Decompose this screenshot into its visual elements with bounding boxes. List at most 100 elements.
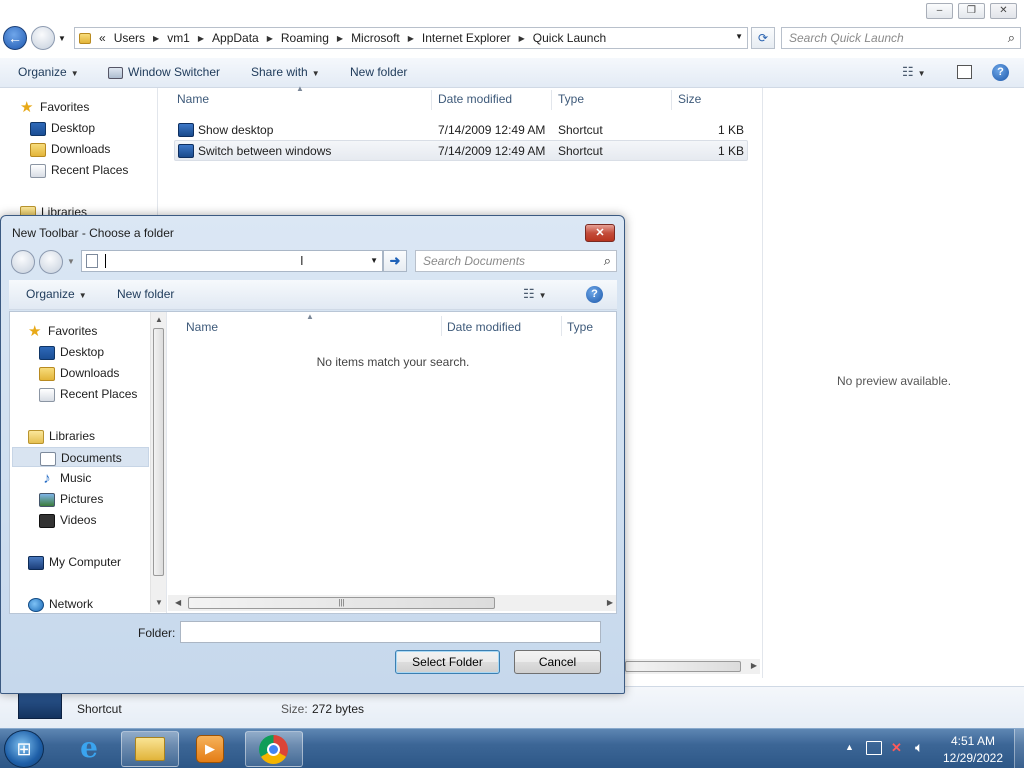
window-switcher-button[interactable]: Window Switcher	[108, 58, 220, 88]
media-player-icon[interactable]: ▶	[196, 735, 224, 763]
nav-network[interactable]: Network	[28, 594, 93, 614]
column-header-name[interactable]: Name	[177, 92, 209, 110]
dialog-close-button[interactable]: ✕	[585, 224, 615, 242]
nav-my-computer[interactable]: My Computer	[28, 552, 121, 572]
breadcrumb-separator-icon[interactable]: ▶	[267, 34, 273, 43]
new-folder-button[interactable]: New folder	[350, 58, 407, 88]
column-header-type[interactable]: Type	[558, 92, 584, 110]
nav-pictures[interactable]: Pictures	[39, 489, 103, 509]
folder-input[interactable]	[180, 621, 601, 643]
dialog-search-input[interactable]: Search Documents ⌕	[415, 250, 617, 272]
forward-button[interactable]	[31, 26, 55, 50]
internet-explorer-icon[interactable]: e	[72, 733, 106, 765]
chevron-down-icon[interactable]: ▼	[539, 291, 547, 300]
volume-icon[interactable]: 🔈︎	[915, 739, 923, 756]
refresh-icon[interactable]: ⟳	[751, 27, 775, 49]
explorer-hscrollbar[interactable]: ▶	[625, 659, 760, 674]
column-divider[interactable]	[441, 316, 442, 336]
nav-videos[interactable]: Videos	[39, 510, 96, 530]
dialog-back-button[interactable]	[11, 250, 35, 274]
show-desktop-button[interactable]	[1014, 729, 1024, 768]
column-divider[interactable]	[551, 90, 552, 110]
scroll-right-icon[interactable]: ▶	[607, 598, 613, 607]
start-button[interactable]: ⊞	[4, 730, 44, 768]
nav-recent-places[interactable]: Recent Places	[39, 384, 137, 404]
search-icon[interactable]: ⌕	[604, 253, 611, 269]
help-icon[interactable]: ?	[992, 64, 1009, 81]
taskbar-chrome-button[interactable]	[245, 731, 303, 767]
breadcrumb-vm1[interactable]: vm1	[167, 31, 190, 45]
select-folder-button[interactable]: Select Folder	[395, 650, 500, 674]
action-center-icon[interactable]	[866, 741, 882, 755]
column-header-date-modified[interactable]: Date modified	[447, 320, 521, 334]
column-header-date-modified[interactable]: Date modified	[438, 92, 512, 110]
back-button[interactable]: ←	[3, 26, 27, 50]
breadcrumb-internet-explorer[interactable]: Internet Explorer	[422, 31, 511, 45]
preview-pane-icon[interactable]	[957, 65, 972, 79]
breadcrumb-separator-icon[interactable]: ▶	[337, 34, 343, 43]
clock-time[interactable]: 4:51 AM	[934, 734, 1012, 748]
search-icon[interactable]: ⌕	[1008, 30, 1015, 46]
breadcrumb-quick-launch[interactable]: Quick Launch	[533, 31, 606, 45]
dialog-forward-button[interactable]	[39, 250, 63, 274]
scroll-right-icon[interactable]: ▶	[751, 661, 757, 670]
column-header-name[interactable]: Name	[186, 320, 218, 334]
nav-music[interactable]: ♪ Music	[39, 468, 91, 488]
help-icon[interactable]: ?	[586, 286, 603, 303]
address-dropdown-icon[interactable]: ▼	[370, 256, 378, 265]
dialog-address-bar[interactable]: I ▼	[81, 250, 383, 272]
dialog-new-folder-button[interactable]: New folder	[117, 280, 174, 310]
nav-favorites[interactable]: ★ Favorites	[20, 97, 89, 117]
column-divider[interactable]	[431, 90, 432, 110]
clock-date[interactable]: 12/29/2022	[934, 751, 1012, 765]
nav-recent-places[interactable]: Recent Places	[30, 160, 128, 180]
breadcrumb-separator-icon[interactable]: ▶	[519, 34, 525, 43]
breadcrumb-microsoft[interactable]: Microsoft	[351, 31, 400, 45]
restore-button[interactable]: ❐	[958, 3, 985, 19]
breadcrumb-users[interactable]: Users	[114, 31, 145, 45]
address-dropdown-icon[interactable]: ▼	[735, 32, 743, 41]
cancel-button[interactable]: Cancel	[514, 650, 601, 674]
share-with-menu[interactable]: Share with ▼	[251, 58, 320, 88]
file-row[interactable]: Show desktop 7/14/2009 12:49 AM Shortcut…	[174, 119, 748, 140]
column-header-type[interactable]: Type	[567, 320, 593, 334]
scroll-up-icon[interactable]: ▲	[155, 315, 163, 324]
scroll-down-icon[interactable]: ▼	[155, 598, 163, 607]
recent-pages-chevron-icon[interactable]: ▼	[58, 34, 66, 43]
column-divider[interactable]	[561, 316, 562, 336]
search-input[interactable]: Search Quick Launch ⌕	[781, 27, 1021, 49]
dialog-organize-menu[interactable]: Organize ▼	[26, 280, 87, 310]
file-row-selected[interactable]: Switch between windows 7/14/2009 12:49 A…	[174, 140, 748, 161]
chevron-down-icon[interactable]: ▼	[67, 257, 75, 266]
nav-documents-selected[interactable]: Documents	[12, 447, 149, 467]
views-icon[interactable]: ☷ ▼	[902, 58, 926, 88]
nav-desktop[interactable]: Desktop	[30, 118, 95, 138]
go-arrow-icon[interactable]: ➜	[383, 250, 407, 272]
minimize-button[interactable]: –	[926, 3, 953, 19]
chevron-down-icon[interactable]: ▼	[918, 69, 926, 78]
dialog-hscrollbar[interactable]: ◀ ||| ▶	[168, 595, 616, 611]
nav-scroll-thumb[interactable]	[153, 328, 164, 576]
nav-scrollbar[interactable]: ▲ ▼	[150, 312, 166, 612]
column-divider[interactable]	[671, 90, 672, 110]
breadcrumb-separator-icon[interactable]: ▶	[408, 34, 414, 43]
hscroll-thumb[interactable]	[625, 661, 741, 672]
nav-desktop[interactable]: Desktop	[39, 342, 104, 362]
scroll-left-icon[interactable]: ◀	[175, 598, 181, 607]
breadcrumb-appdata[interactable]: AppData	[212, 31, 259, 45]
close-button[interactable]: ✕	[990, 3, 1017, 19]
hscroll-thumb[interactable]: |||	[188, 597, 495, 609]
nav-libraries[interactable]: Libraries	[28, 426, 95, 446]
nav-downloads[interactable]: Downloads	[30, 139, 110, 159]
nav-downloads[interactable]: Downloads	[39, 363, 119, 383]
nav-favorites[interactable]: ★ Favorites	[28, 321, 97, 341]
show-hidden-icons-icon[interactable]: ▲	[845, 742, 854, 752]
breadcrumb-separator-icon[interactable]: ▶	[198, 34, 204, 43]
breadcrumb-separator-icon[interactable]: ▶	[153, 34, 159, 43]
network-disconnected-icon[interactable]: ✕	[891, 740, 902, 756]
breadcrumb-roaming[interactable]: Roaming	[281, 31, 329, 45]
views-icon[interactable]: ☷ ▼	[523, 280, 547, 310]
taskbar-explorer-button[interactable]	[121, 731, 179, 767]
address-bar[interactable]: « Users ▶ vm1 ▶ AppData ▶ Roaming ▶ Microsof…	[74, 27, 748, 49]
column-header-size[interactable]: Size	[678, 92, 701, 110]
